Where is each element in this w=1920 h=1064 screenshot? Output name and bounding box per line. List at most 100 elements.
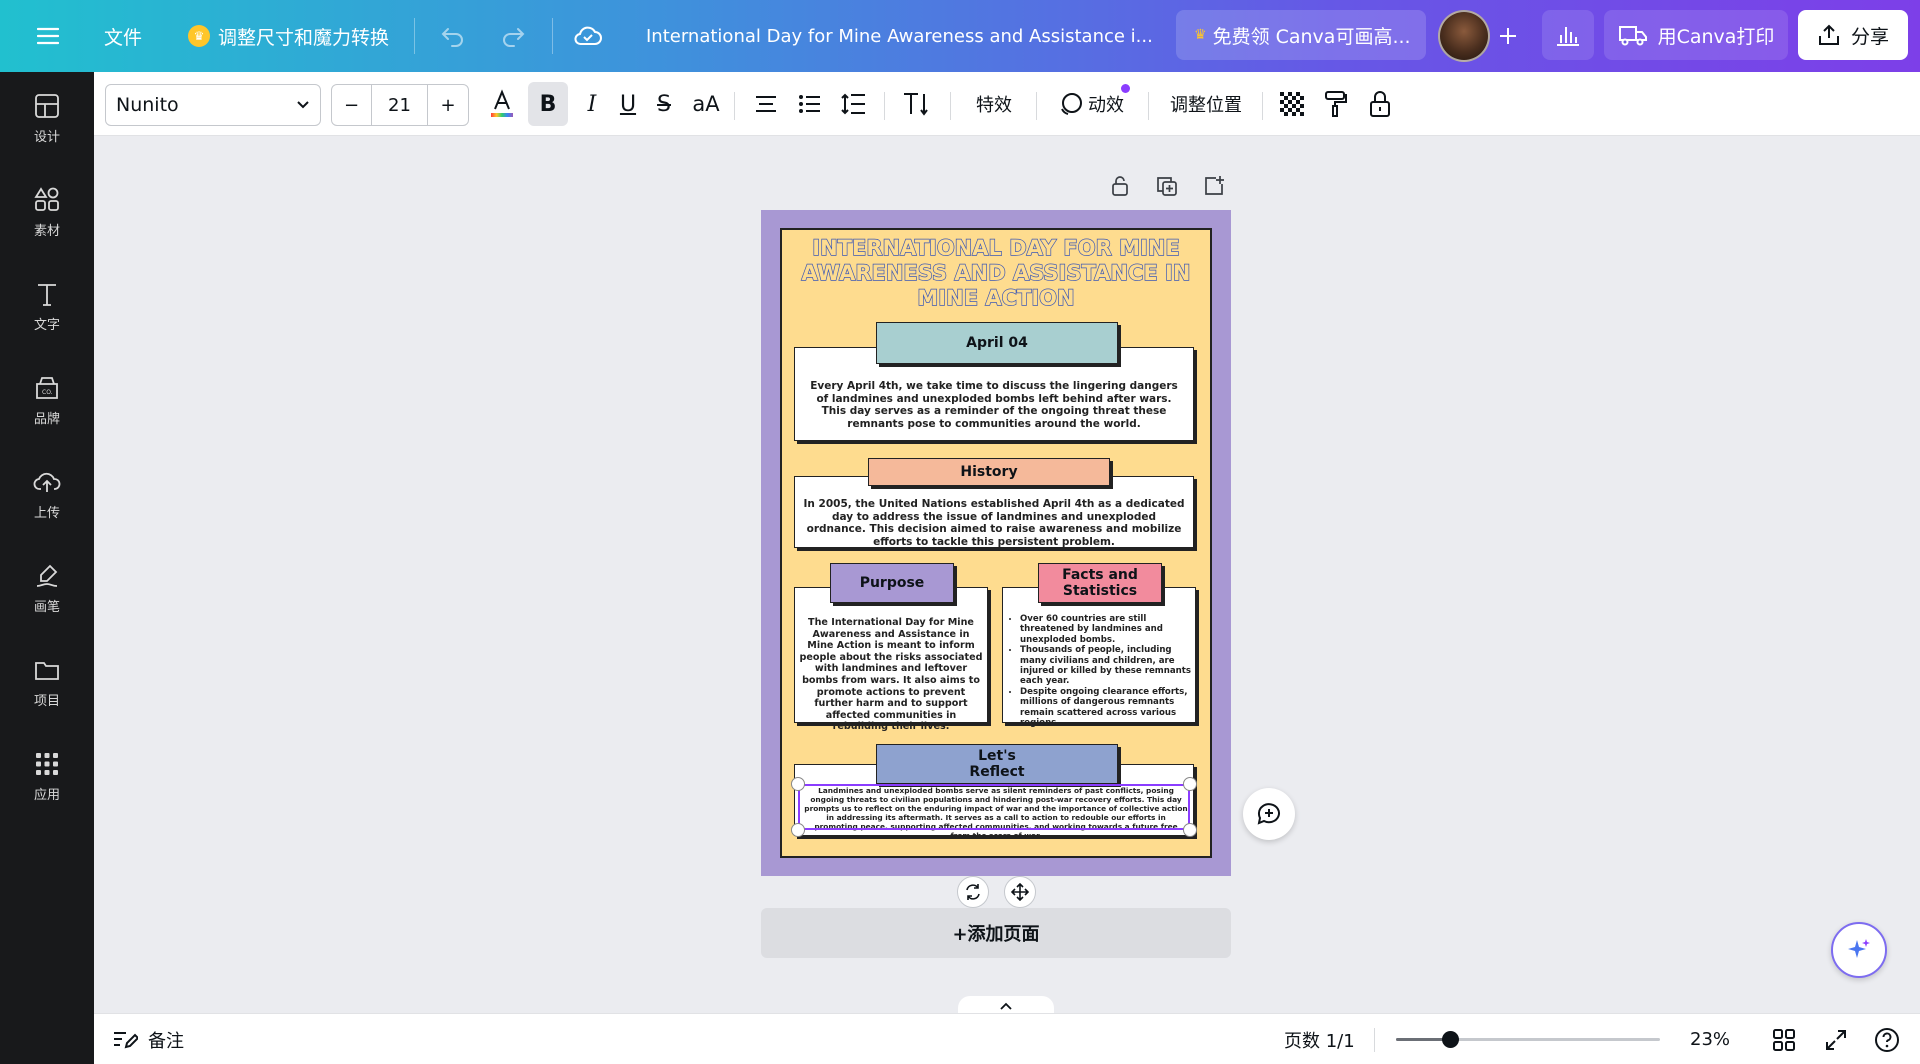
sidebar-item-label: 应用 [33,787,60,803]
resize-button[interactable]: ♛ 调整尺寸和魔力转换 [188,0,389,72]
font-family-select[interactable]: Nunito [105,84,321,126]
left-sidebar: 设计 素材 文字 CO. 品牌 上传 画笔 项目 应用 [0,72,94,1064]
apps-icon [36,752,58,775]
fullscreen-button[interactable] [1824,1014,1848,1064]
purpose-text[interactable]: The International Day for Mine Awareness… [798,617,984,733]
menu-button[interactable] [28,16,68,56]
page-count[interactable]: 页数 1/1 [1284,1014,1355,1064]
lock-button[interactable] [1360,82,1400,126]
add-comment-button[interactable] [1243,788,1295,840]
zoom-level[interactable]: 23% [1690,1014,1730,1064]
strikethrough-button[interactable]: S [646,82,682,126]
duplicate-page-button[interactable] [1152,171,1182,201]
resize-handle[interactable] [791,823,805,837]
sidebar-item-design[interactable]: 设计 [0,78,94,158]
text-toolbar: Nunito − 21 + B I U S aA 特效 动效 调整位置 [94,72,1920,136]
design-page[interactable]: INTERNATIONAL DAY FOR MINE AWARENESS AND… [761,210,1231,876]
zoom-slider-handle[interactable] [1442,1031,1459,1048]
resize-handle[interactable] [791,777,805,791]
paint-roller-icon [1325,91,1347,117]
sidebar-item-draw[interactable]: 画笔 [0,548,94,628]
cloud-check-icon [574,26,602,45]
list-button[interactable] [790,82,830,126]
list-item: Thousands of people, including many civi… [1020,645,1192,687]
reflect-tag[interactable]: Let's Reflect [876,744,1118,784]
notes-button[interactable]: 备注 [112,1014,184,1064]
history-text[interactable]: In 2005, the United Nations established … [802,498,1186,548]
bold-button[interactable]: B [528,82,568,126]
add-collaborator-button[interactable] [1488,16,1528,56]
italic-button[interactable]: I [574,82,610,126]
effects-button[interactable]: 特效 [964,82,1024,126]
history-tag[interactable]: History [868,458,1110,486]
add-page-icon [1205,176,1224,195]
divider [1036,92,1037,120]
save-status-button[interactable] [568,16,608,56]
facts-list[interactable]: Over 60 countries are still threatened b… [1008,614,1192,728]
date-tag[interactable]: April 04 [876,322,1118,364]
add-page-top-button[interactable] [1199,171,1229,201]
magic-assistant-button[interactable] [1831,922,1887,978]
copy-style-button[interactable] [1316,82,1356,126]
sidebar-item-apps[interactable]: 应用 [0,736,94,816]
reflect-tag-line: Reflect [969,764,1025,780]
sidebar-item-brand[interactable]: CO. 品牌 [0,360,94,440]
sidebar-item-label: 素材 [33,223,60,239]
sidebar-item-uploads[interactable]: 上传 [0,454,94,534]
font-size-decrease-button[interactable]: − [332,85,372,125]
document-title[interactable]: International Day for Mine Awareness and… [646,0,1153,72]
rotate-button[interactable] [957,876,989,908]
facts-tag[interactable]: Facts and Statistics [1038,563,1162,603]
sidebar-item-label: 文字 [33,317,60,333]
divider [1262,92,1263,120]
reflect-tag-line: Let's [978,748,1016,764]
spacing-button[interactable] [834,82,874,126]
transparency-button[interactable] [1272,82,1312,126]
comment-plus-icon [1257,803,1280,825]
poster-title[interactable]: INTERNATIONAL DAY FOR MINE AWARENESS AND… [782,235,1210,311]
position-button[interactable]: 调整位置 [1160,82,1252,126]
sidebar-item-text[interactable]: 文字 [0,266,94,346]
font-size-increase-button[interactable]: + [428,85,468,125]
redo-button[interactable] [493,16,533,56]
sidebar-item-label: 上传 [33,505,60,521]
facts-tag-line: Statistics [1062,583,1138,599]
undo-button[interactable] [433,16,473,56]
top-bar: 文件 ♛ 调整尺寸和魔力转换 International Day for Min… [0,0,1920,72]
redo-icon [503,28,525,47]
align-center-icon [756,96,776,112]
sidebar-item-elements[interactable]: 素材 [0,172,94,252]
letter-case-button[interactable]: aA [686,82,726,126]
grid-view-button[interactable] [1772,1014,1796,1064]
zoom-slider[interactable] [1396,1031,1660,1048]
align-center-button[interactable] [746,82,786,126]
promo-button[interactable]: ♛ 免费领 Canva可画高... [1176,10,1426,60]
list-item: Over 60 countries are still threatened b… [1020,614,1192,645]
date-text[interactable]: Every April 4th, we take time to discuss… [804,380,1184,430]
animate-icon [1061,93,1082,115]
sidebar-item-projects[interactable]: 项目 [0,642,94,722]
resize-handle[interactable] [1183,777,1197,791]
share-button[interactable]: 分享 [1798,10,1908,60]
font-size-input[interactable]: 21 [372,85,428,125]
page-lock-button[interactable] [1105,171,1135,201]
file-menu[interactable]: 文件 [104,0,142,72]
resize-handle[interactable] [1183,823,1197,837]
animate-button[interactable]: 动效 [1046,82,1136,126]
text-color-button[interactable] [482,82,522,126]
notification-dot [1121,84,1130,93]
move-icon [1011,883,1029,901]
share-icon [1818,24,1839,45]
help-button[interactable] [1874,1014,1900,1064]
avatar[interactable] [1438,10,1490,62]
vertical-text-button[interactable] [894,82,938,126]
draw-icon [36,564,58,587]
insights-button[interactable] [1542,10,1594,60]
purpose-tag[interactable]: Purpose [830,563,954,603]
sidebar-item-label: 项目 [33,693,60,709]
print-button[interactable]: 用Canva打印 [1604,10,1788,60]
promo-label: 免费领 Canva可画高... [1212,25,1411,48]
add-page-button[interactable]: +添加页面 [761,908,1231,958]
underline-button[interactable]: U [610,82,646,126]
move-button[interactable] [1004,876,1036,908]
